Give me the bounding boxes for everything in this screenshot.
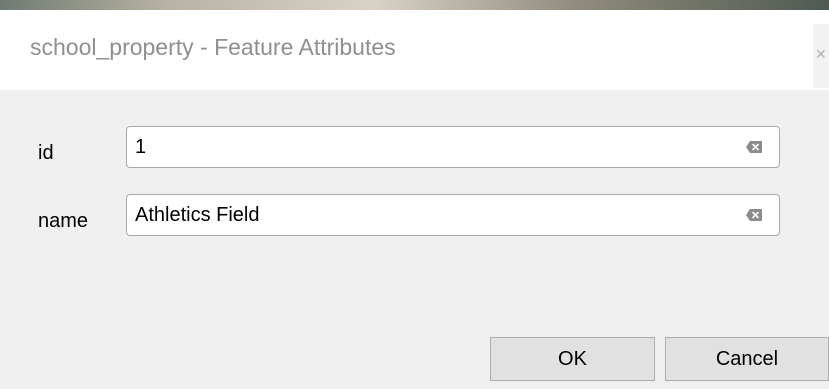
id-input[interactable] (127, 127, 727, 167)
id-label: id (38, 142, 54, 164)
name-input[interactable] (127, 195, 727, 235)
close-button[interactable]: ✕ (813, 24, 829, 88)
feature-attributes-dialog: school_property - Feature Attributes ✕ i… (0, 10, 829, 389)
dialog-title: school_property - Feature Attributes (30, 34, 396, 60)
close-icon: ✕ (815, 46, 827, 62)
cancel-button[interactable]: Cancel (665, 337, 829, 381)
clear-field-icon[interactable] (745, 208, 763, 222)
title-bar: school_property - Feature Attributes ✕ (0, 10, 829, 90)
id-field[interactable] (126, 126, 780, 168)
name-field[interactable] (126, 194, 780, 236)
ok-button[interactable]: OK (490, 337, 655, 381)
background-strip (0, 0, 829, 10)
name-label: name (38, 210, 89, 232)
clear-field-icon[interactable] (745, 140, 763, 154)
